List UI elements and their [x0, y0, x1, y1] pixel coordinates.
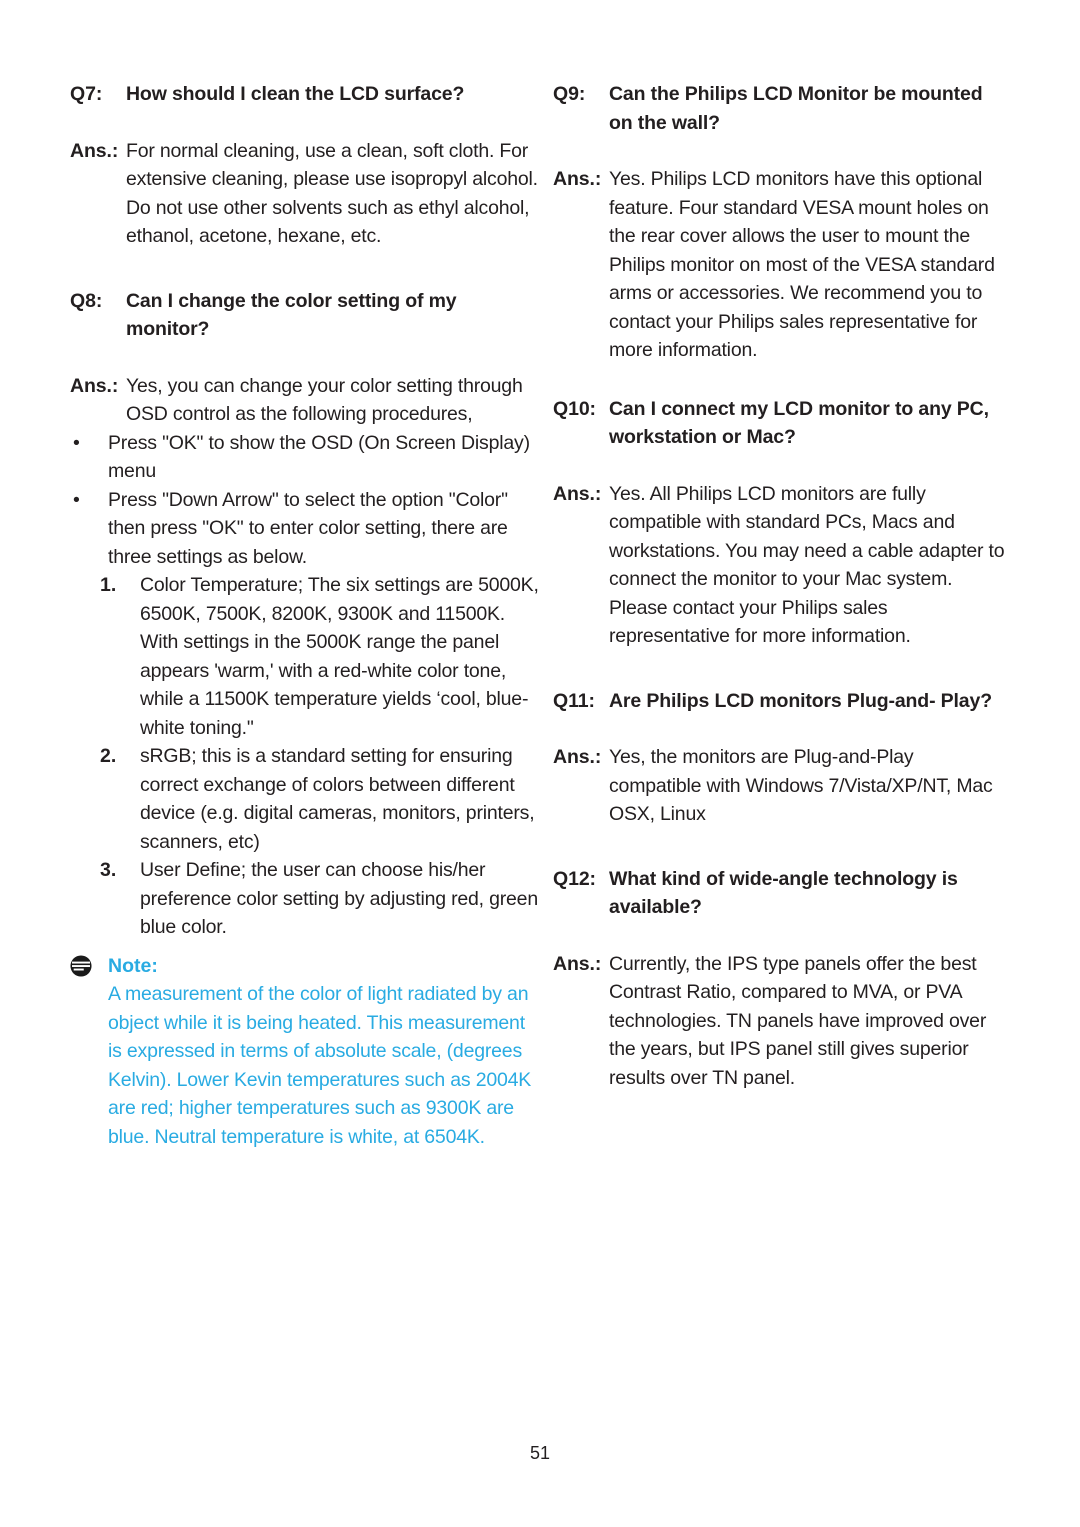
answer-row-q8: Ans.: Yes, you can change your color set… [70, 372, 540, 429]
list-number: 1. [100, 574, 117, 596]
answer-label-q9: Ans.: [553, 168, 602, 190]
faq-item-q8: Q8: Can I change the color setting of my… [70, 287, 540, 1152]
list-number: 3. [100, 859, 117, 881]
list-item: • Press "Down Arrow" to select the optio… [70, 486, 540, 572]
faq-item-q9: Q9: Can the Philips LCD Monitor be mount… [553, 80, 1010, 365]
question-label-q8: Q8: [70, 289, 103, 312]
question-row-q10: Q10: Can I connect my LCD monitor to any… [553, 395, 1010, 452]
question-row-q7: Q7: How should I clean the LCD surface? [70, 80, 540, 109]
answer-row-q10: Ans.: Yes. All Philips LCD monitors are … [553, 480, 1010, 651]
answer-text-q8: Yes, you can change your color setting t… [126, 374, 523, 426]
question-label-q9: Q9: [553, 83, 586, 105]
faq-item-q12: Q12: What kind of wide-angle technology … [553, 865, 1010, 1093]
answer-text-q9: Yes. Philips LCD monitors have this opti… [609, 168, 995, 361]
list-item-text: Press "Down Arrow" to select the option … [108, 488, 508, 568]
answer-text-q12: Currently, the IPS type panels offer the… [609, 952, 987, 1089]
note-callout: Note: A measurement of the color of ligh… [70, 952, 540, 1152]
two-column-body: Q7: How should I clean the LCD surface? … [70, 80, 1010, 1151]
right-column: Q9: Can the Philips LCD Monitor be mount… [540, 80, 1010, 1151]
question-text-q7: How should I clean the LCD surface? [126, 83, 465, 105]
list-number: 2. [100, 745, 117, 767]
question-text-q12: What kind of wide-angle technology is av… [609, 867, 958, 919]
answer-row-q9: Ans.: Yes. Philips LCD monitors have thi… [553, 165, 1010, 365]
question-text-q8: Can I change the color setting of my mon… [126, 289, 457, 341]
note-body: A measurement of the color of light radi… [108, 983, 532, 1148]
list-item: 1. Color Temperature; The six settings a… [70, 571, 540, 742]
list-item: 2. sRGB; this is a standard setting for … [70, 742, 540, 856]
question-text-q9: Can the Philips LCD Monitor be mounted o… [609, 83, 983, 134]
list-item-text: User Define; the user can choose his/her… [140, 859, 538, 938]
question-row-q9: Q9: Can the Philips LCD Monitor be mount… [553, 80, 1010, 137]
note-header: Note: [70, 952, 540, 981]
question-text-q10: Can I connect my LCD monitor to any PC, … [609, 397, 989, 449]
answer-text-q11: Yes, the monitors are Plug-and-Play comp… [609, 746, 993, 825]
question-label-q10: Q10: [553, 397, 596, 420]
question-label-q7: Q7: [70, 83, 103, 105]
question-row-q11: Q11: Are Philips LCD monitors Plug-and- … [553, 687, 1010, 716]
document-page: Q7: How should I clean the LCD surface? … [0, 0, 1080, 1527]
answer-text-q7: For normal cleaning, use a clean, soft c… [126, 139, 538, 248]
list-item-text: Color Temperature; The six settings are … [140, 574, 539, 739]
faq-item-q7: Q7: How should I clean the LCD surface? … [70, 80, 540, 251]
answer-label-q11: Ans.: [553, 746, 602, 768]
bullet-icon: • [73, 431, 80, 454]
question-label-q11: Q11: [553, 689, 595, 712]
answer-label-q10: Ans.: [553, 482, 602, 505]
question-label-q12: Q12: [553, 867, 596, 890]
question-row-q8: Q8: Can I change the color setting of my… [70, 287, 540, 344]
question-text-q11: Are Philips LCD monitors Plug-and- Play? [609, 689, 992, 712]
list-item-text: Press "OK" to show the OSD (On Screen Di… [108, 431, 530, 483]
page-number: 51 [529, 1443, 551, 1463]
list-item-text: sRGB; this is a standard setting for ens… [140, 745, 535, 853]
answer-label-q8: Ans.: [70, 374, 119, 397]
answer-label-q12: Ans.: [553, 952, 602, 975]
note-title: Note: [108, 954, 158, 977]
faq-item-q11: Q11: Are Philips LCD monitors Plug-and- … [553, 687, 1010, 829]
note-icon [70, 954, 92, 977]
answer-label-q7: Ans.: [70, 139, 119, 162]
list-item: • Press "OK" to show the OSD (On Screen … [70, 429, 540, 486]
note-icon-cell [70, 952, 108, 977]
question-row-q12: Q12: What kind of wide-angle technology … [553, 865, 1010, 922]
answer-text-q10: Yes. All Philips LCD monitors are fully … [609, 482, 1005, 648]
answer-row-q7: Ans.: For normal cleaning, use a clean, … [70, 137, 540, 251]
faq-item-q10: Q10: Can I connect my LCD monitor to any… [553, 395, 1010, 651]
list-item: 3. User Define; the user can choose his/… [70, 856, 540, 942]
answer-row-q12: Ans.: Currently, the IPS type panels off… [553, 950, 1010, 1093]
left-column: Q7: How should I clean the LCD surface? … [70, 80, 540, 1151]
answer-row-q11: Ans.: Yes, the monitors are Plug-and-Pla… [553, 743, 1010, 829]
bullet-icon: • [73, 488, 80, 511]
